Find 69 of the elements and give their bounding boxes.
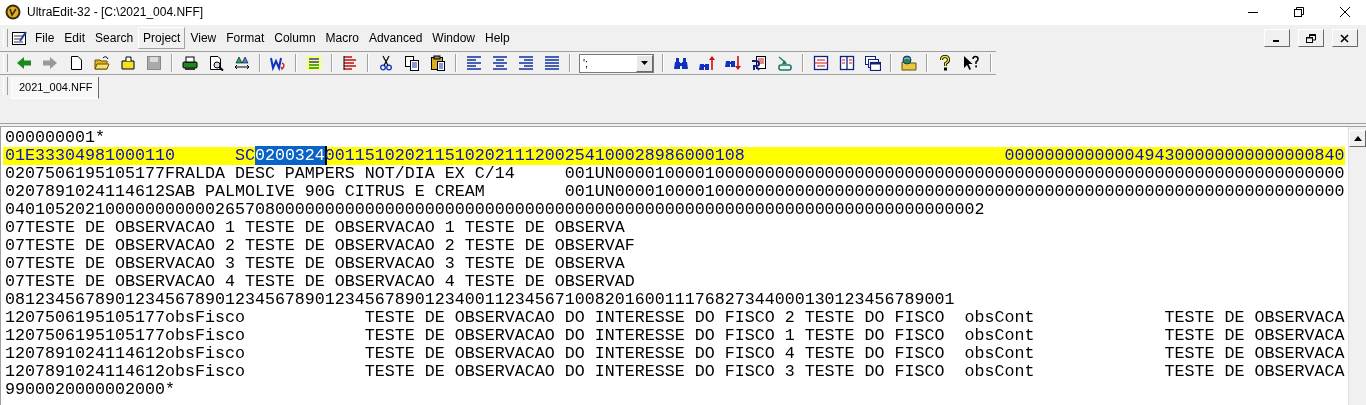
restore-button[interactable] (1298, 29, 1324, 47)
menu-item[interactable]: Macro (320, 27, 364, 49)
line-text: 01E33304981000110 SC (5, 146, 255, 165)
printer-icon[interactable] (182, 55, 198, 71)
menu-item[interactable]: Edit (59, 27, 91, 49)
vertical-scrollbar[interactable] (1348, 127, 1366, 405)
selected-text: 0200324 (254, 146, 325, 165)
menu-item[interactable]: Format (221, 27, 270, 49)
paste-icon[interactable] (430, 55, 446, 71)
copy-icon[interactable] (404, 55, 420, 71)
line-text: 07TESTE DE OBSERVACAO 4 TESTE DE OBSERVACAO 4 TESTE DE OBSERVAD (5, 272, 635, 291)
close-button[interactable] (1332, 29, 1358, 47)
find-up-icon[interactable] (699, 55, 715, 71)
menu-item[interactable]: Search (90, 27, 139, 49)
line-text: 000000001* (5, 128, 105, 147)
menu-item[interactable]: Column (269, 27, 321, 49)
close-icon (1340, 33, 1350, 43)
restore-icon (1306, 33, 1316, 43)
app-logo-icon (5, 4, 21, 20)
find-down-icon[interactable] (725, 55, 741, 71)
menu-item[interactable]: File (30, 27, 60, 49)
line-text: 07TESTE DE OBSERVACAO 1 TESTE DE OBSERVACAO 1 TESTE DE OBSERVA (5, 218, 625, 237)
document-icon[interactable] (11, 30, 27, 46)
replace-icon[interactable] (234, 55, 250, 71)
word-wrap-icon[interactable] (270, 55, 286, 71)
menu-item[interactable]: View (185, 27, 222, 49)
line-text: 0207891024114612SAB PALMOLIVE 90G CITRUS E CREAM 001UN0000100001000000000000000000000000000000000000000000000000000000000000000 (5, 182, 1345, 201)
line-text: 07TESTE DE OBSERVACAO 3 TESTE DE OBSERVACAO 3 TESTE DE OBSERVA (5, 254, 625, 273)
line-text: 08123456789012345678901234567890123456789012340011234567100820160011176827344000130123456789001 (5, 290, 955, 309)
minimize-button[interactable] (1264, 29, 1290, 47)
close-icon[interactable] (1340, 7, 1350, 17)
open-folder-icon[interactable] (94, 55, 110, 71)
align-right-icon[interactable] (518, 55, 534, 71)
cut-icon[interactable] (378, 55, 394, 71)
find-replace-icon[interactable] (751, 55, 767, 71)
menu-item[interactable]: Window (427, 27, 480, 49)
back-arrow-icon[interactable] (16, 55, 32, 71)
window-title: UltraEdit-32 - [C:\2021_004.NFF] (27, 5, 204, 19)
line-text: 0207506195105177FRALDA DESC PAMPERS NOT/DIA EX C/14 001UN0000100001000000000000000000000000000000000000000000000000000000000000000 (5, 164, 1345, 183)
save-icon[interactable] (146, 55, 162, 71)
line-text: 1207506195105177obsFisco TESTE DE OBSERVACAO DO INTERESSE DO FISCO 2 TESTE DO FISCO obsCont TESTE DE OBSERVACA (5, 308, 1345, 327)
line-text: 04010520210000000000026570800000000000000000000000000000000000000000000000000000000000000000000002 (5, 200, 985, 219)
globe-folder-icon[interactable] (901, 55, 917, 71)
context-help-icon[interactable] (963, 55, 979, 71)
justify-icon[interactable] (544, 55, 560, 71)
binary-icon[interactable] (306, 55, 322, 71)
file-tab[interactable]: 2021_004.NFF (11, 77, 100, 99)
binoculars-icon[interactable] (673, 55, 689, 71)
line-text: 1207891024114612obsFisco TESTE DE OBSERVACAO DO INTERESSE DO FISCO 3 TESTE DO FISCO obsCont TESTE DE OBSERVACA (5, 362, 1345, 381)
menu-item[interactable]: Advanced (363, 27, 428, 49)
print-preview-icon[interactable] (208, 55, 224, 71)
search-combo-box[interactable]: '; (579, 53, 654, 73)
menu-item[interactable]: Project (138, 27, 186, 49)
menu-item[interactable]: Help (480, 27, 515, 49)
line-text: 9900020000002000* (5, 380, 175, 399)
up-arrow-icon (1353, 136, 1362, 141)
horizontal-split-icon[interactable] (813, 55, 829, 71)
line-text: 1207506195105177obsFisco TESTE DE OBSERVACAO DO INTERESSE DO FISCO 1 TESTE DO FISCO obsCont TESTE DE OBSERVACA (5, 326, 1345, 345)
restore-icon[interactable] (1294, 7, 1304, 17)
line-text: 07TESTE DE OBSERVACAO 2 TESTE DE OBSERVACAO 2 TESTE DE OBSERVAF (5, 236, 635, 255)
line-list-icon[interactable] (342, 55, 358, 71)
help-icon[interactable] (937, 55, 953, 71)
vertical-split-icon[interactable] (839, 55, 855, 71)
cascade-windows-icon[interactable] (865, 55, 881, 71)
line-text: 1207891024114612obsFisco TESTE DE OBSERVACAO DO INTERESSE DO FISCO 4 TESTE DO FISCO obsCont TESTE DE OBSERVACA (5, 344, 1345, 363)
scroll-up-button[interactable] (1349, 130, 1366, 147)
new-file-icon[interactable] (68, 55, 84, 71)
align-left-icon[interactable] (466, 55, 482, 71)
align-center-icon[interactable] (492, 55, 508, 71)
